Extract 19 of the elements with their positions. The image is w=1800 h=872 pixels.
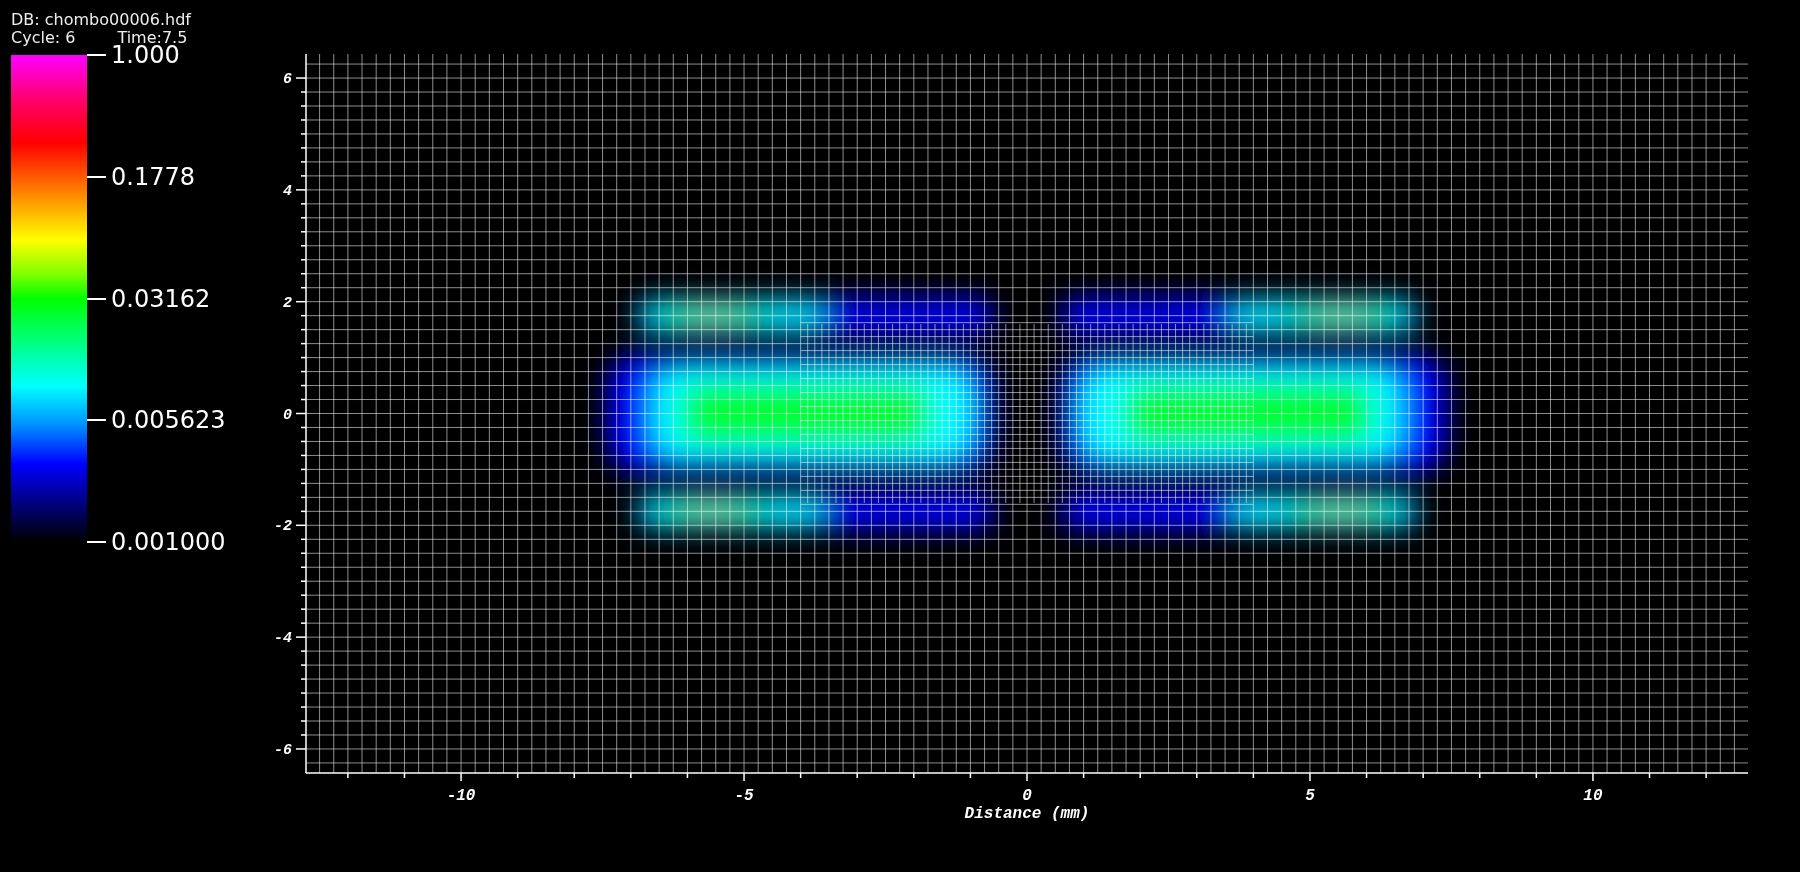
tick-label: -10 xyxy=(446,787,475,805)
legend-label: 0.03162 xyxy=(111,284,211,313)
tick-label: -2 xyxy=(273,518,292,536)
tick-label: -4 xyxy=(273,630,292,648)
legend-label: 0.1778 xyxy=(111,162,195,191)
tick-label: 5 xyxy=(1304,787,1315,805)
tick-label: 4 xyxy=(282,182,292,200)
legend-label: 0.005623 xyxy=(111,406,226,435)
tick-label: 6 xyxy=(282,71,292,89)
tick-label: 2 xyxy=(282,294,292,312)
tick-label: -6 xyxy=(273,741,292,759)
axis-title: Distance (mm) xyxy=(964,805,1089,823)
tick-label: -5 xyxy=(733,787,754,805)
database-label: DB: chombo00006.hdf xyxy=(11,11,193,29)
cycle-label: Cycle: 6 xyxy=(11,29,76,47)
tick-label: 10 xyxy=(1582,787,1603,805)
legend-label: 0.001000 xyxy=(111,528,226,556)
tick-label: 0 xyxy=(282,406,292,424)
tick-label: 0 xyxy=(1021,787,1032,805)
